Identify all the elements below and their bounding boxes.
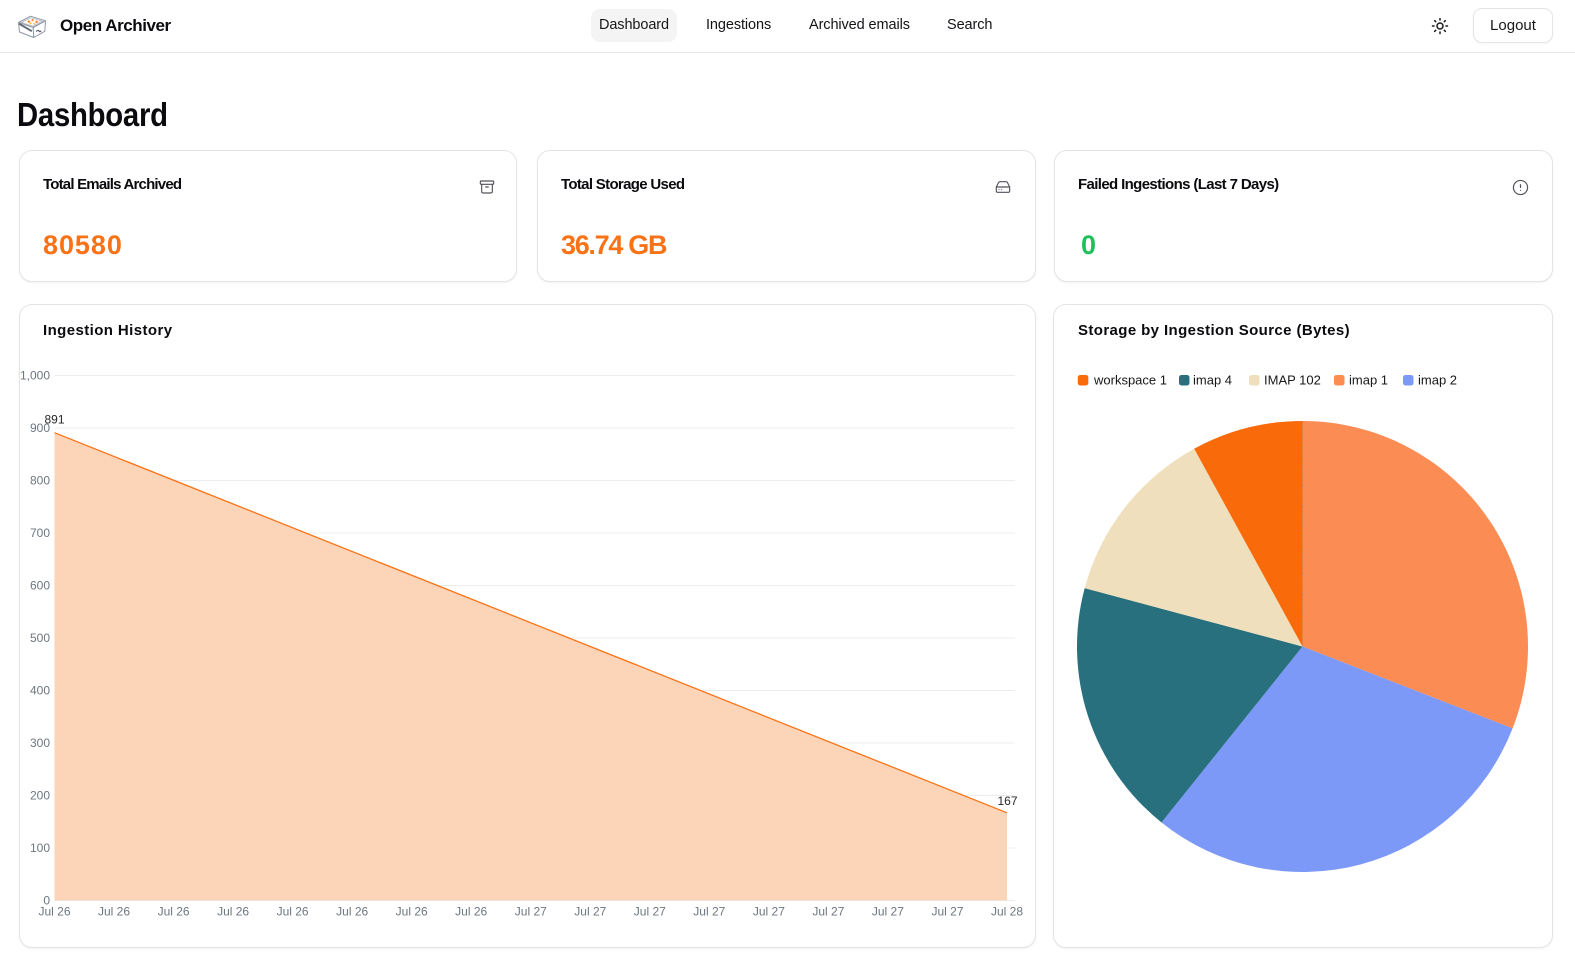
svg-text:imap 2: imap 2	[1418, 373, 1457, 388]
svg-text:Jul 26: Jul 26	[396, 904, 428, 918]
svg-text:Jul 27: Jul 27	[872, 904, 904, 918]
svg-text:Jul 27: Jul 27	[753, 904, 785, 918]
svg-text:Jul 27: Jul 27	[634, 904, 666, 918]
svg-text:891: 891	[44, 413, 64, 427]
svg-text:Jul 26: Jul 26	[158, 904, 190, 918]
svg-text:workspace 1: workspace 1	[1093, 373, 1167, 388]
svg-text:700: 700	[30, 526, 50, 540]
svg-text:Jul 27: Jul 27	[574, 904, 606, 918]
svg-text:800: 800	[30, 474, 50, 488]
svg-text:imap 4: imap 4	[1193, 373, 1232, 388]
svg-text:500: 500	[30, 631, 50, 645]
svg-text:600: 600	[30, 579, 50, 593]
svg-text:200: 200	[30, 789, 50, 803]
svg-text:imap 1: imap 1	[1349, 373, 1388, 388]
svg-text:Jul 26: Jul 26	[277, 904, 309, 918]
svg-text:Jul 26: Jul 26	[336, 904, 368, 918]
svg-text:IMAP 102: IMAP 102	[1264, 373, 1321, 388]
svg-text:167: 167	[997, 794, 1017, 808]
svg-text:1,000: 1,000	[20, 369, 50, 383]
svg-text:300: 300	[30, 736, 50, 750]
svg-text:Jul 27: Jul 27	[515, 904, 547, 918]
svg-text:400: 400	[30, 684, 50, 698]
svg-text:Jul 26: Jul 26	[455, 904, 487, 918]
svg-text:Jul 27: Jul 27	[693, 904, 725, 918]
svg-text:Jul 26: Jul 26	[38, 904, 70, 918]
svg-text:Jul 27: Jul 27	[931, 904, 963, 918]
svg-text:Jul 26: Jul 26	[98, 904, 130, 918]
svg-text:Jul 26: Jul 26	[217, 904, 249, 918]
svg-text:Jul 28: Jul 28	[991, 904, 1023, 918]
svg-text:100: 100	[30, 841, 50, 855]
svg-text:Jul 27: Jul 27	[812, 904, 844, 918]
